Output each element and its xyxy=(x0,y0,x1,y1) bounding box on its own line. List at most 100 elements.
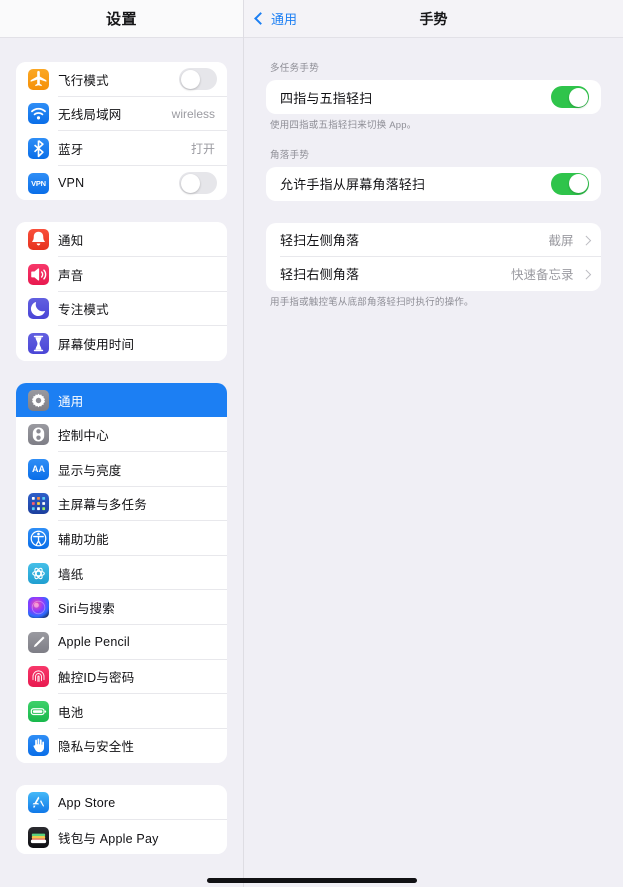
home-indicator xyxy=(206,878,417,883)
sidebar-item-钱包与-Apple-Pay[interactable]: 钱包与 Apple Pay xyxy=(16,819,227,855)
sidebar-item-label: 电池 xyxy=(58,705,84,720)
sidebar-item-label: 声音 xyxy=(58,268,84,283)
sidebar-item-蓝牙[interactable]: 蓝牙 打开 xyxy=(16,131,227,166)
sidebar-item-通用[interactable]: 通用 xyxy=(16,382,227,418)
wallpaper-icon xyxy=(28,562,49,584)
sidebar-item-label: 钱包与 Apple Pay xyxy=(58,831,159,846)
sidebar-item-触控ID与密码[interactable]: 触控ID与密码 xyxy=(16,659,227,695)
sidebar-item-墙纸[interactable]: 墙纸 xyxy=(16,555,227,591)
siri-icon xyxy=(28,597,49,619)
sidebar-item-电池[interactable]: 电池 xyxy=(16,694,227,729)
airplane-icon xyxy=(28,68,49,90)
toggle-四指与五指轻扫[interactable] xyxy=(551,86,589,108)
sidebar-item-主屏幕与多任务[interactable]: 主屏幕与多任务 xyxy=(16,486,227,522)
sidebar-item-辅助功能[interactable]: 辅助功能 xyxy=(16,521,227,556)
section-footer: 使用四指或五指轻扫来切换 App。 xyxy=(270,120,417,131)
detail-header: 通用 手势 xyxy=(244,0,623,38)
back-button[interactable]: 通用 xyxy=(244,9,297,28)
app-store-icon xyxy=(28,792,49,814)
control-center-icon xyxy=(28,424,49,446)
sidebar-group: 通用控制中心 AA 显示与亮度主屏幕与多任务 辅助功能墙纸 Siri与搜索 Apple P… xyxy=(16,382,227,764)
setting-row-轻扫右侧角落[interactable]: 轻扫右侧角落 快速备忘录 xyxy=(266,257,601,291)
chevron-right-icon xyxy=(581,269,591,279)
toggle-飞行模式[interactable] xyxy=(179,68,217,91)
detail-panel: 通用 手势 多任务手势四指与五指轻扫使用四指或五指轻扫来切换 App。 角落手势允… xyxy=(244,0,623,887)
sidebar-item-label: 主屏幕与多任务 xyxy=(58,498,147,513)
sidebar-item-label: 触控ID与密码 xyxy=(58,671,135,686)
sidebar-item-专注模式[interactable]: 专注模式 xyxy=(16,291,227,327)
sidebar-item-label: 蓝牙 xyxy=(58,142,84,157)
section-footer: 用手指或触控笔从底部角落轻扫时执行的操作。 xyxy=(270,296,474,308)
sidebar-item-label: 辅助功能 xyxy=(58,532,109,547)
accessibility-icon xyxy=(28,527,49,549)
settings-sidebar: 设置 飞行模式无线局域网 wireless 蓝牙 打开 VPN VPN 通知声音专注模式屏幕… xyxy=(0,0,244,887)
sidebar-item-VPN[interactable]: VPN VPN xyxy=(16,165,227,201)
settings-card: 允许手指从屏幕角落轻扫 xyxy=(266,166,601,201)
battery-icon xyxy=(28,700,49,722)
sidebar-item-控制中心[interactable]: 控制中心 xyxy=(16,417,227,452)
wallet-icon xyxy=(28,826,49,848)
sidebar-item-value: 打开 xyxy=(190,141,215,156)
row-label: 轻扫左侧角落 xyxy=(280,233,360,249)
sidebar-item-value: wireless xyxy=(171,106,215,121)
sidebar-item-label: Siri与搜索 xyxy=(58,602,115,617)
chevron-left-icon xyxy=(254,12,267,25)
section-header: 角落手势 xyxy=(270,149,310,161)
focus-moon-icon xyxy=(28,298,49,320)
sidebar-scroll-area[interactable]: 飞行模式无线局域网 wireless 蓝牙 打开 VPN VPN 通知声音专注模式屏幕使用时… xyxy=(0,38,243,887)
row-label: 四指与五指轻扫 xyxy=(280,90,373,106)
sidebar-item-隐私与安全性[interactable]: 隐私与安全性 xyxy=(16,728,227,764)
sidebar-item-声音[interactable]: 声音 xyxy=(16,256,227,292)
screen-time-icon xyxy=(28,332,49,354)
sidebar-item-label: 通用 xyxy=(58,394,84,409)
row-value: 快速备忘录 xyxy=(510,268,574,283)
sidebar-item-label: 专注模式 xyxy=(58,303,109,318)
sidebar-group: 通知声音专注模式屏幕使用时间 xyxy=(16,222,227,361)
setting-row-四指与五指轻扫[interactable]: 四指与五指轻扫 xyxy=(266,80,601,114)
apple-pencil-icon xyxy=(28,631,49,653)
wifi-icon xyxy=(28,103,49,125)
gear-icon xyxy=(28,389,49,411)
section-header: 多任务手势 xyxy=(270,63,320,74)
sound-icon xyxy=(28,263,49,285)
setting-row-轻扫左侧角落[interactable]: 轻扫左侧角落 截屏 xyxy=(266,223,601,257)
sidebar-item-屏幕使用时间[interactable]: 屏幕使用时间 xyxy=(16,326,227,361)
sidebar-item-label: VPN xyxy=(58,176,85,191)
sidebar-item-label: 屏幕使用时间 xyxy=(58,337,135,352)
sidebar-item-Siri与搜索[interactable]: Siri与搜索 xyxy=(16,590,227,625)
sidebar-item-App-Store[interactable]: App Store xyxy=(16,785,227,820)
row-label: 轻扫右侧角落 xyxy=(280,267,360,283)
toggle-knob xyxy=(568,174,588,194)
ipad-settings-screen: 设置 飞行模式无线局域网 wireless 蓝牙 打开 VPN VPN 通知声音专注模式屏幕… xyxy=(0,0,623,887)
settings-card: 四指与五指轻扫 xyxy=(266,80,601,114)
setting-row-允许手指从屏幕角落轻扫[interactable]: 允许手指从屏幕角落轻扫 xyxy=(266,167,601,201)
row-label: 允许手指从屏幕角落轻扫 xyxy=(280,177,426,193)
sidebar-item-Apple-Pencil[interactable]: Apple Pencil xyxy=(16,624,227,660)
toggle-VPN[interactable] xyxy=(179,172,217,195)
sidebar-group: 飞行模式无线局域网 wireless 蓝牙 打开 VPN VPN xyxy=(16,62,227,201)
touch-id-icon xyxy=(28,666,49,688)
chevron-right-icon xyxy=(581,235,591,245)
sidebar-item-label: 无线局域网 xyxy=(58,108,122,123)
sidebar-item-无线局域网[interactable]: 无线局域网 wireless xyxy=(16,96,227,132)
sidebar-item-label: 飞行模式 xyxy=(58,73,109,88)
toggle-允许手指从屏幕角落轻扫[interactable] xyxy=(551,172,589,195)
sidebar-item-显示与亮度[interactable]: AA 显示与亮度 xyxy=(16,451,227,487)
settings-card: 轻扫左侧角落 截屏轻扫右侧角落 快速备忘录 xyxy=(266,222,601,291)
sidebar-item-飞行模式[interactable]: 飞行模式 xyxy=(16,62,227,97)
sidebar-group: App Store 钱包与 Apple Pay xyxy=(16,785,227,855)
privacy-hand-icon xyxy=(28,735,49,757)
notifications-icon xyxy=(28,229,49,251)
sidebar-item-通知[interactable]: 通知 xyxy=(16,222,227,257)
toggle-knob xyxy=(568,87,588,107)
row-value: 截屏 xyxy=(548,234,574,249)
detail-title: 手势 xyxy=(419,10,448,27)
detail-body: 多任务手势四指与五指轻扫使用四指或五指轻扫来切换 App。 角落手势允许手指从屏幕… xyxy=(244,38,623,887)
page-title: 设置 xyxy=(105,11,137,28)
sidebar-item-label: 隐私与安全性 xyxy=(58,740,135,755)
sidebar-item-label: 控制中心 xyxy=(58,429,109,444)
sidebar-item-label: 通知 xyxy=(58,234,84,249)
toggle-knob xyxy=(180,173,200,193)
